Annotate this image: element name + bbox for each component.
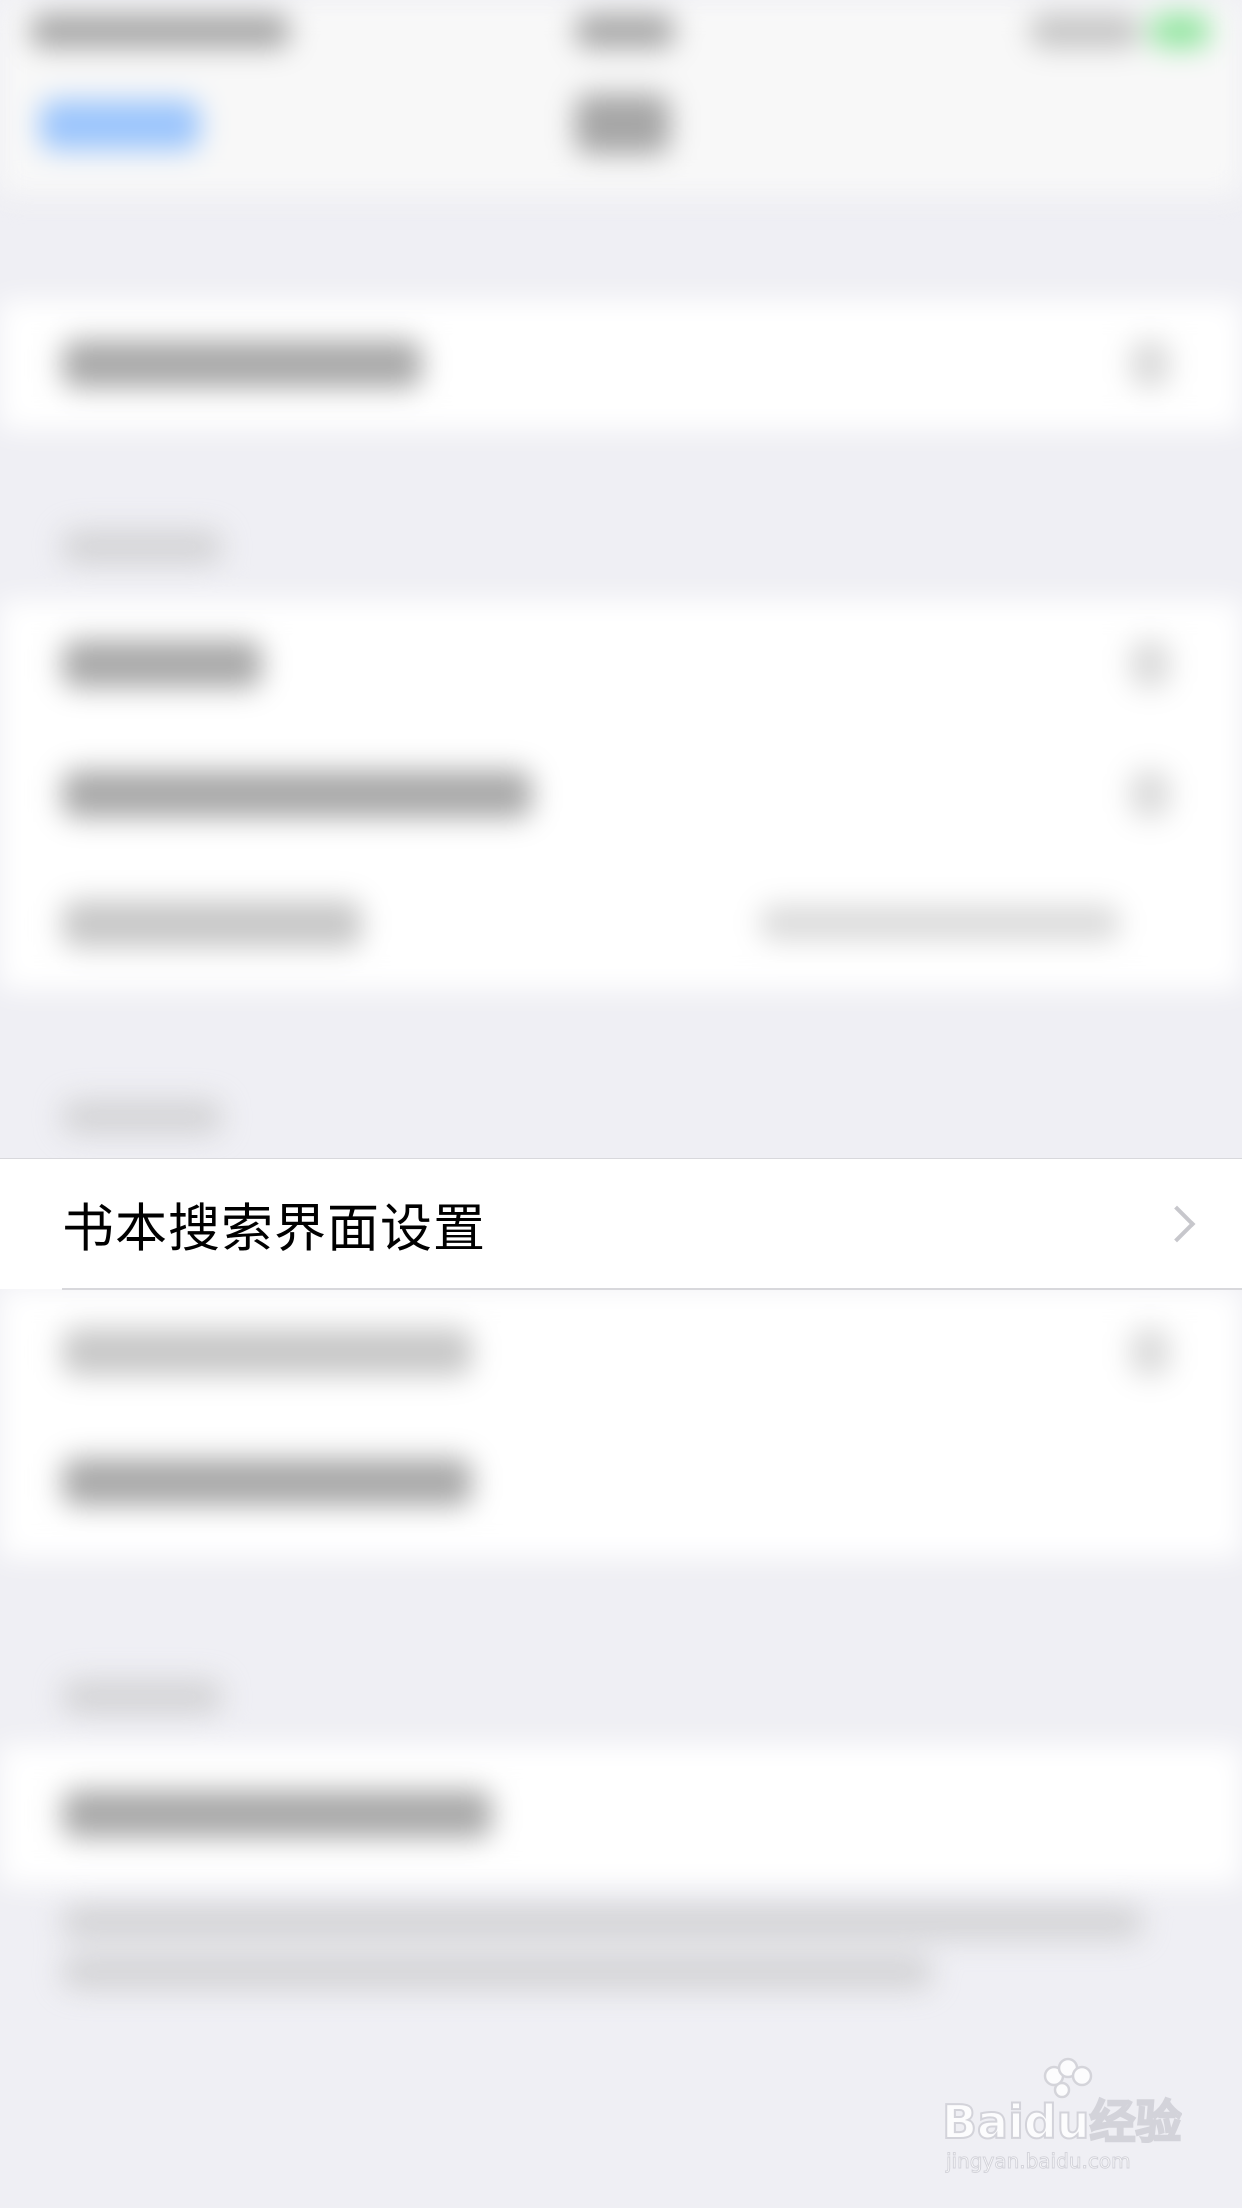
baidu-jingyan-watermark: Baidu经验 jingyan.baidu.com — [942, 2056, 1182, 2176]
baidu-paw-logo-icon: Baidu经验 jingyan.baidu.com — [942, 2057, 1182, 2174]
settings-group-4 — [0, 1745, 1242, 1885]
book-search-settings-row[interactable]: 书本搜索界面设置 — [0, 1158, 1242, 1290]
svg-text:jingyan.baidu.com: jingyan.baidu.com — [945, 2149, 1131, 2173]
settings-screen: 书本搜索界面设置 Baidu经验 jingyan.baidu.com — [0, 0, 1242, 2208]
settings-group-2 — [0, 600, 1242, 990]
book-search-settings-label: 书本搜索界面设置 — [62, 1199, 487, 1260]
settings-group-1 — [0, 300, 1242, 430]
chevron-right-icon — [1158, 1205, 1196, 1243]
svg-text:Baidu经验: Baidu经验 — [942, 2095, 1182, 2149]
navigation-bar — [0, 64, 1242, 194]
settings-group-3 — [0, 1288, 1242, 1558]
blurred-background — [0, 0, 1242, 2208]
status-bar — [0, 0, 1242, 64]
row-separator — [62, 1288, 1242, 1290]
